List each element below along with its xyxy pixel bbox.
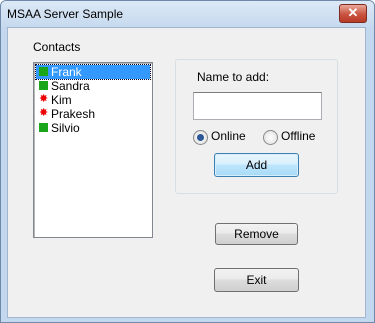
offline-radio[interactable] bbox=[263, 130, 278, 145]
close-button[interactable]: ✕ bbox=[339, 4, 367, 23]
contacts-listbox[interactable]: Frank Sandra ✸ Kim ✸ Prakesh Silvio bbox=[33, 62, 153, 238]
contact-name: Frank bbox=[51, 65, 82, 79]
list-item[interactable]: ✸ Prakesh bbox=[36, 107, 150, 121]
remove-button-label: Remove bbox=[234, 227, 279, 241]
online-radio-label[interactable]: Online bbox=[211, 129, 246, 143]
close-icon: ✕ bbox=[347, 5, 359, 20]
list-item[interactable]: Frank bbox=[35, 64, 151, 80]
online-status-icon bbox=[39, 81, 48, 90]
name-input[interactable] bbox=[193, 92, 322, 120]
contact-name: Silvio bbox=[51, 121, 80, 135]
offline-status-icon: ✸ bbox=[39, 107, 49, 119]
remove-button[interactable]: Remove bbox=[215, 223, 298, 245]
add-button[interactable]: Add bbox=[214, 153, 299, 177]
list-item[interactable]: Sandra bbox=[36, 79, 150, 93]
online-radio[interactable] bbox=[193, 130, 208, 145]
online-status-icon bbox=[39, 123, 48, 132]
add-button-label: Add bbox=[245, 158, 268, 172]
contacts-label: Contacts bbox=[33, 40, 81, 54]
contact-name: Prakesh bbox=[51, 107, 96, 121]
exit-button[interactable]: Exit bbox=[214, 268, 299, 292]
list-item[interactable]: Silvio bbox=[36, 121, 150, 135]
offline-status-icon: ✸ bbox=[39, 93, 49, 105]
exit-button-label: Exit bbox=[246, 273, 267, 287]
list-item[interactable]: ✸ Kim bbox=[36, 93, 150, 107]
online-status-icon bbox=[39, 67, 48, 76]
title-bar[interactable]: MSAA Server Sample ✕ bbox=[1, 1, 374, 27]
add-contact-group: Name to add: Online Offline Add bbox=[175, 59, 338, 194]
contact-name: Kim bbox=[51, 93, 72, 107]
contact-name: Sandra bbox=[51, 79, 90, 93]
window-title: MSAA Server Sample bbox=[7, 7, 124, 21]
app-window: MSAA Server Sample ✕ Contacts Frank Sand… bbox=[0, 0, 375, 323]
client-area: Contacts Frank Sandra ✸ Kim ✸ Prakesh Si… bbox=[7, 27, 366, 318]
name-to-add-label: Name to add: bbox=[197, 70, 270, 84]
offline-radio-label[interactable]: Offline bbox=[281, 129, 315, 143]
